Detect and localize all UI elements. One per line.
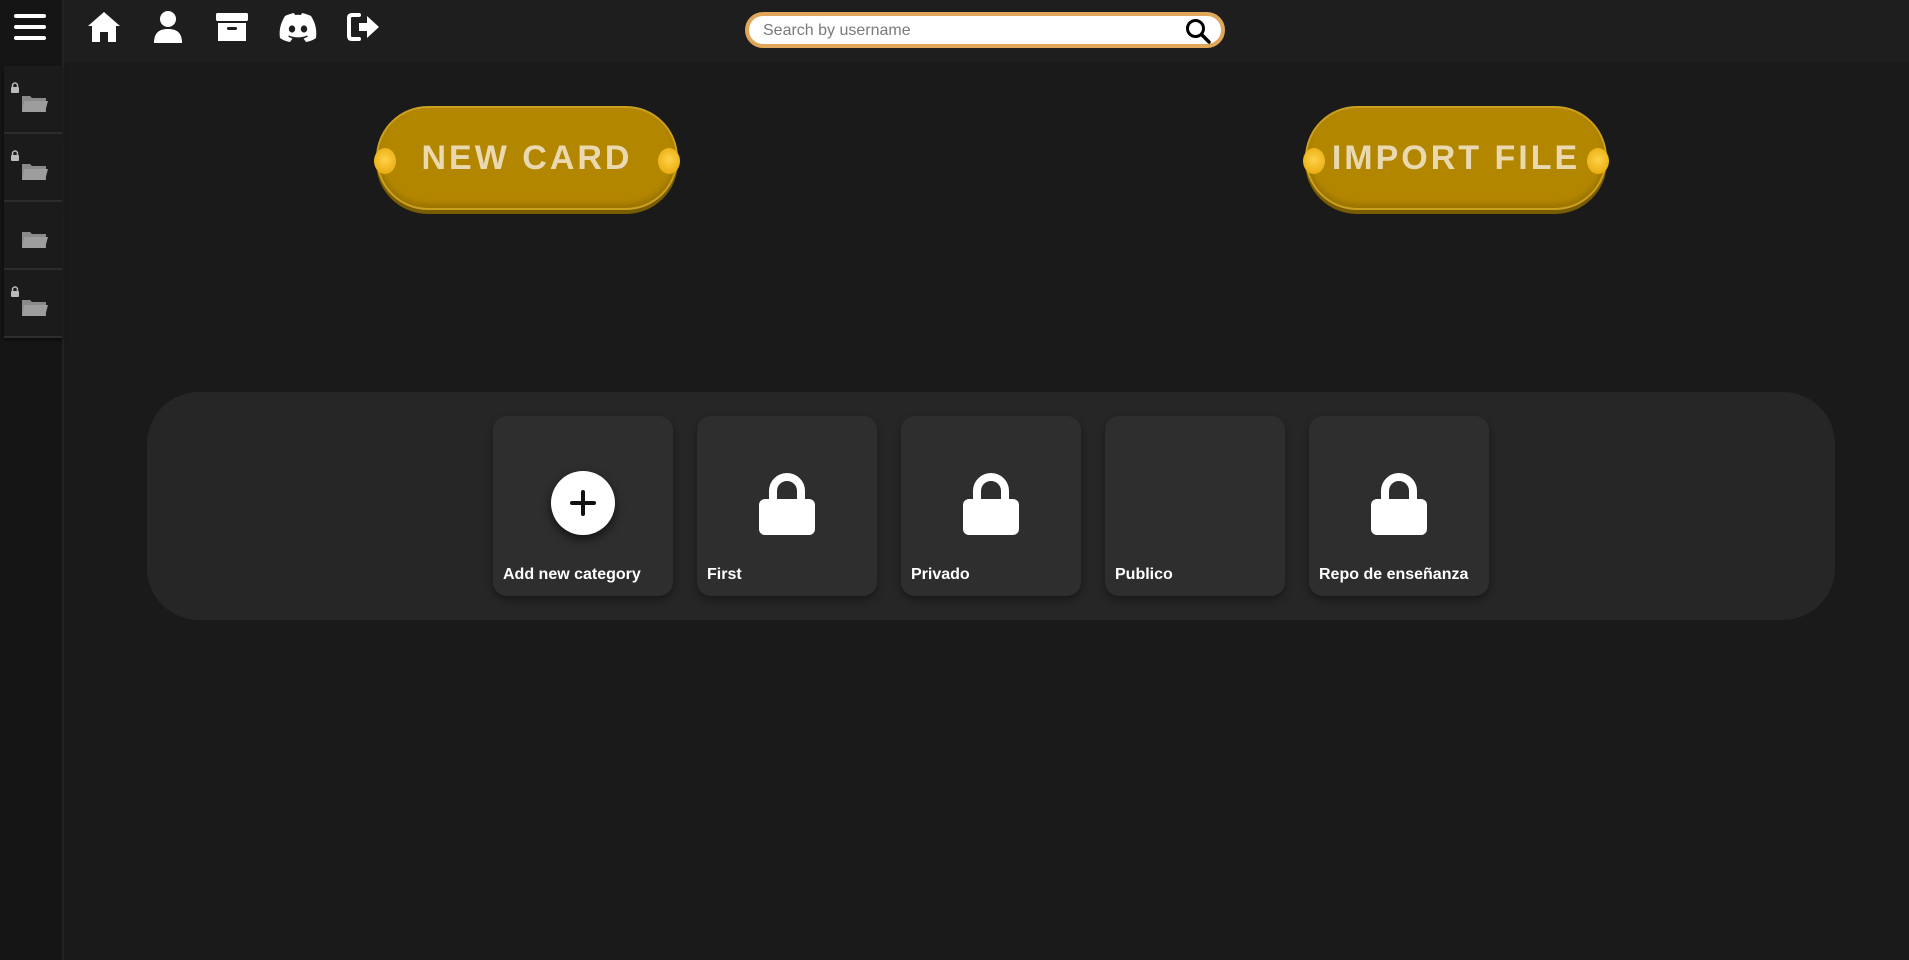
lock-icon	[1371, 473, 1427, 535]
new-card-button[interactable]: NEW CARD	[374, 106, 680, 210]
search-icon[interactable]	[1185, 18, 1211, 44]
logout-icon[interactable]	[344, 8, 384, 46]
button-knob-right	[658, 148, 680, 174]
sidebar-folder-3[interactable]	[4, 202, 62, 270]
import-file-button[interactable]: IMPORT FILE	[1303, 106, 1609, 210]
category-card-add[interactable]: Add new category	[493, 416, 673, 596]
category-panel: Add new category First Privado Publico R…	[147, 392, 1835, 620]
lock-icon	[11, 286, 19, 297]
folder-icon	[22, 164, 48, 180]
top-bar	[64, 0, 1909, 62]
category-card-first[interactable]: First	[697, 416, 877, 596]
category-label: First	[707, 566, 742, 583]
category-label: Privado	[911, 566, 970, 583]
sidebar-folder-1[interactable]	[4, 66, 62, 134]
lock-icon	[759, 473, 815, 535]
sidebar-folder-4[interactable]	[4, 270, 62, 338]
lock-icon	[963, 473, 1019, 535]
plus-icon	[551, 471, 615, 537]
hamburger-menu-icon[interactable]	[14, 14, 46, 40]
search-bar	[745, 12, 1225, 48]
category-card-privado[interactable]: Privado	[901, 416, 1081, 596]
category-label: Repo de enseñanza	[1319, 566, 1469, 583]
user-icon[interactable]	[148, 8, 188, 46]
sidebar-folder-2[interactable]	[4, 134, 62, 202]
folder-icon	[22, 232, 48, 248]
archive-icon[interactable]	[212, 8, 252, 46]
lock-icon	[11, 82, 19, 93]
home-icon[interactable]	[84, 8, 124, 46]
category-card-repo[interactable]: Repo de enseñanza	[1309, 416, 1489, 596]
category-label: Add new category	[503, 566, 641, 583]
search-input[interactable]	[763, 20, 1173, 42]
lock-icon	[11, 150, 19, 161]
folder-icon	[22, 300, 48, 316]
button-knob-left	[1303, 148, 1325, 174]
category-card-publico[interactable]: Publico	[1105, 416, 1285, 596]
sidebar-folder-list	[4, 66, 62, 338]
button-knob-right	[1587, 148, 1609, 174]
category-label: Publico	[1115, 566, 1173, 583]
discord-icon[interactable]	[278, 8, 318, 46]
import-file-label: IMPORT FILE	[1331, 138, 1581, 177]
sidebar	[0, 0, 64, 960]
new-card-label: NEW CARD	[421, 138, 633, 177]
button-knob-left	[374, 148, 396, 174]
folder-icon	[22, 96, 48, 112]
